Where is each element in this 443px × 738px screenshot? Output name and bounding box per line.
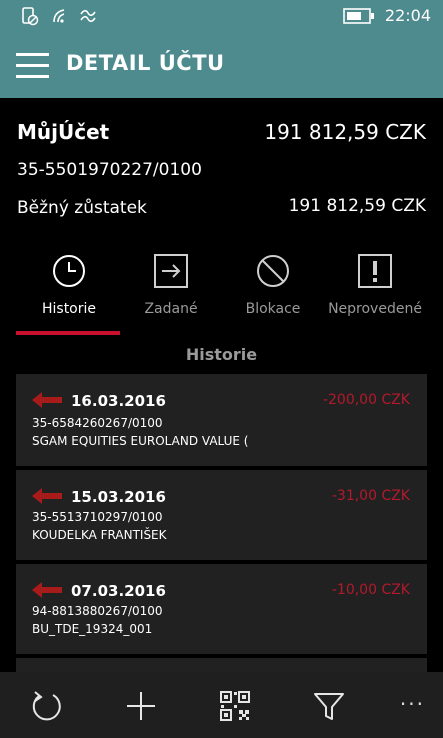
transaction-description: KOUDELKA FRANTIŠEK: [32, 528, 167, 542]
app-header: DETAIL ÚČTU: [0, 32, 443, 98]
exclamation-icon: [358, 254, 392, 288]
account-balance: 191 812,59 CZK: [264, 120, 426, 144]
tab-zadane[interactable]: Zadané: [116, 253, 226, 337]
clock-time: 22:04: [384, 6, 431, 25]
transaction-amount: -10,00 CZK: [331, 582, 410, 598]
refresh-icon[interactable]: [27, 686, 67, 726]
add-icon[interactable]: [121, 686, 161, 726]
transaction-description: BU_TDE_19324_001: [32, 622, 153, 636]
outgoing-arrow-icon: [154, 254, 188, 288]
transaction-amount: -200,00 CZK: [322, 392, 410, 408]
active-tab-indicator: [16, 331, 120, 335]
transaction-date: 07.03.2016: [71, 582, 166, 600]
transaction-date: 15.03.2016: [71, 488, 166, 506]
transaction-item[interactable]: [16, 658, 427, 672]
transaction-amount: -31,00 CZK: [331, 488, 410, 504]
qr-code-icon[interactable]: [215, 686, 255, 726]
tab-blokace[interactable]: Blokace: [218, 253, 328, 337]
transaction-item[interactable]: 15.03.2016 -31,00 CZK 35-5513710297/0100…: [16, 470, 427, 560]
network-icon: [80, 9, 96, 23]
transaction-item[interactable]: 16.03.2016 -200,00 CZK 35-6584260267/010…: [16, 374, 427, 466]
clock-icon: [53, 255, 85, 287]
section-title: Historie: [185, 345, 258, 364]
page-title: DETAIL ÚČTU: [66, 51, 225, 75]
tab-historie[interactable]: Historie: [14, 253, 124, 337]
status-bar: 22:04: [0, 0, 443, 32]
battery-icon: [343, 8, 374, 24]
transaction-item[interactable]: 07.03.2016 -10,00 CZK 94-8813880267/0100…: [16, 564, 427, 654]
transaction-account: 35-5513710297/0100: [32, 510, 163, 524]
tab-label: Historie: [41, 301, 97, 317]
tab-label: Zadané: [144, 301, 198, 317]
transaction-date: 16.03.2016: [71, 392, 166, 410]
transaction-account: 94-8813880267/0100: [32, 604, 163, 618]
outgoing-payment-arrow-icon: [32, 582, 62, 598]
outgoing-payment-arrow-icon: [32, 488, 62, 504]
account-name: MůjÚčet: [17, 120, 110, 144]
current-balance-label: Běžný zůstatek: [17, 198, 147, 218]
wifi-icon: [53, 9, 65, 23]
filter-icon[interactable]: [309, 686, 349, 726]
tab-neprovedene[interactable]: Neprovedené: [320, 253, 430, 337]
tab-label: Neprovedené: [328, 301, 422, 317]
current-balance-value: 191 812,59 CZK: [288, 196, 426, 216]
account-number: 35-5501970227/0100: [17, 160, 202, 180]
blocked-icon: [257, 255, 289, 287]
app-bar: ···: [0, 672, 443, 738]
tab-label: Blokace: [245, 301, 301, 317]
rotation-lock-icon: [22, 7, 39, 26]
hamburger-menu-icon[interactable]: [16, 50, 50, 78]
transaction-description: SGAM EQUITIES EUROLAND VALUE (: [32, 434, 249, 448]
more-options-icon[interactable]: ···: [400, 692, 425, 716]
transaction-account: 35-6584260267/0100: [32, 416, 163, 430]
outgoing-payment-arrow-icon: [32, 392, 62, 408]
